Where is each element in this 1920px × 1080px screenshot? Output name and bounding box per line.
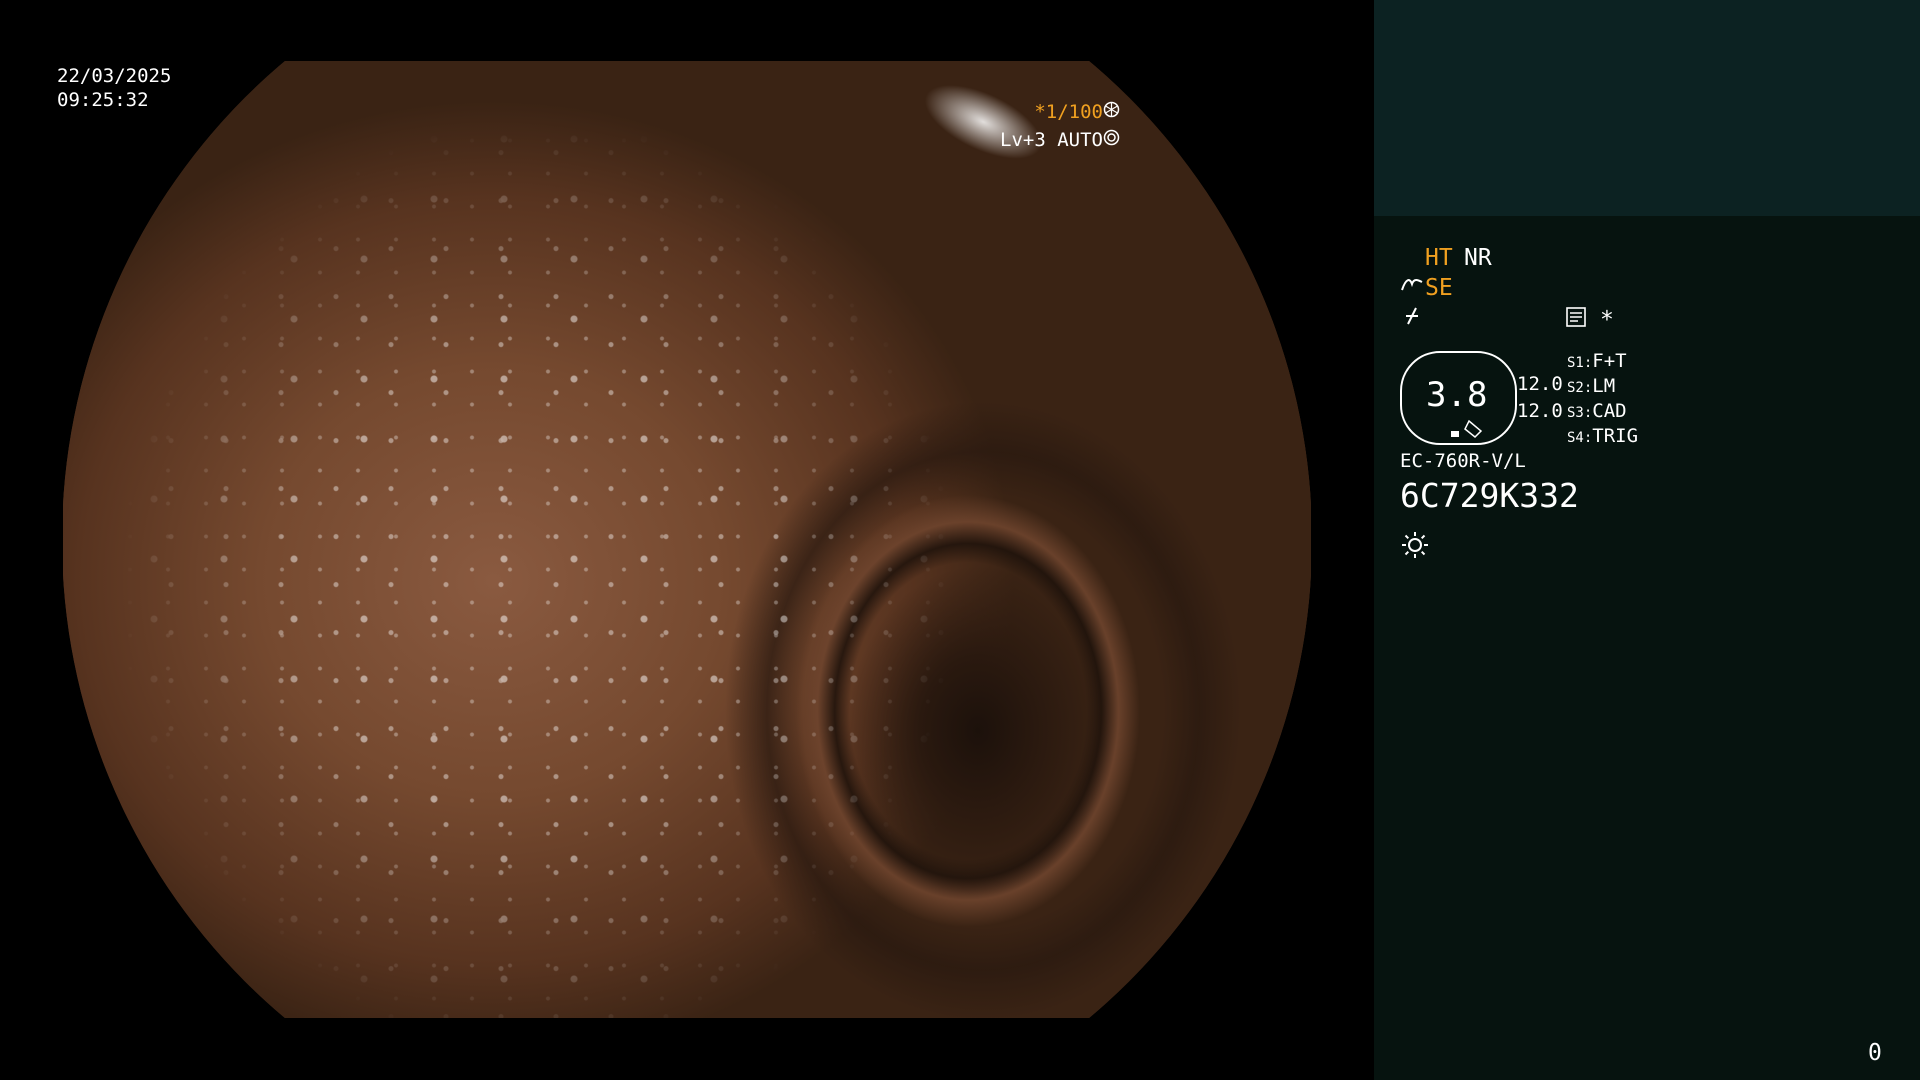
gauge-side-value-2: 12.0 — [1517, 400, 1563, 422]
date-readout: 22/03/2025 — [57, 65, 172, 87]
switch-value: LM — [1592, 375, 1616, 397]
scope-serial: 6C729K332 — [1400, 476, 1579, 515]
switch-key: S1: — [1567, 355, 1593, 371]
gauge-value: 3.8 — [1426, 375, 1488, 415]
time-readout: 09:25:32 — [57, 89, 149, 111]
switch-row: S3:CAD — [1567, 399, 1627, 425]
endoscopic-image — [63, 61, 1311, 1018]
exposure-level-readout: Lv+3 AUTO — [1000, 128, 1120, 152]
iris-icon — [1103, 128, 1120, 152]
aperture-icon — [1103, 100, 1120, 124]
image-counter: 0 — [1868, 1040, 1882, 1066]
switch-row: S4:TRIG — [1567, 424, 1638, 450]
gauge-side-value-1: 12.0 — [1517, 373, 1563, 395]
nr-indicator: NR — [1464, 245, 1492, 271]
switch-value: TRIG — [1592, 425, 1639, 447]
freeze-icon — [1402, 304, 1422, 335]
ht-indicator: HT — [1425, 245, 1453, 271]
sun-icon — [1400, 530, 1430, 567]
switch-value: CAD — [1592, 400, 1627, 422]
shutter-value: *1/100 — [1034, 101, 1103, 123]
star-marker: * — [1600, 307, 1614, 333]
endoscope-view — [0, 0, 1374, 1080]
switch-key: S3: — [1567, 405, 1593, 421]
switch-value: F+T — [1592, 350, 1627, 372]
switch-row: S1:F+T — [1567, 349, 1627, 375]
scope-model: EC-760R-V/L — [1400, 450, 1526, 472]
patient-info-header — [1374, 0, 1920, 216]
switch-key: S2: — [1567, 380, 1593, 396]
shutter-readout: *1/100 — [1034, 100, 1120, 124]
level-value: Lv+3 AUTO — [1000, 129, 1103, 151]
switch-row: S2:LM — [1567, 374, 1615, 400]
enhancement-icon — [1400, 274, 1424, 303]
document-icon — [1565, 306, 1587, 335]
se-indicator: SE — [1425, 275, 1453, 301]
scope-tip-icon — [1447, 418, 1487, 446]
switch-key: S4: — [1567, 430, 1593, 446]
